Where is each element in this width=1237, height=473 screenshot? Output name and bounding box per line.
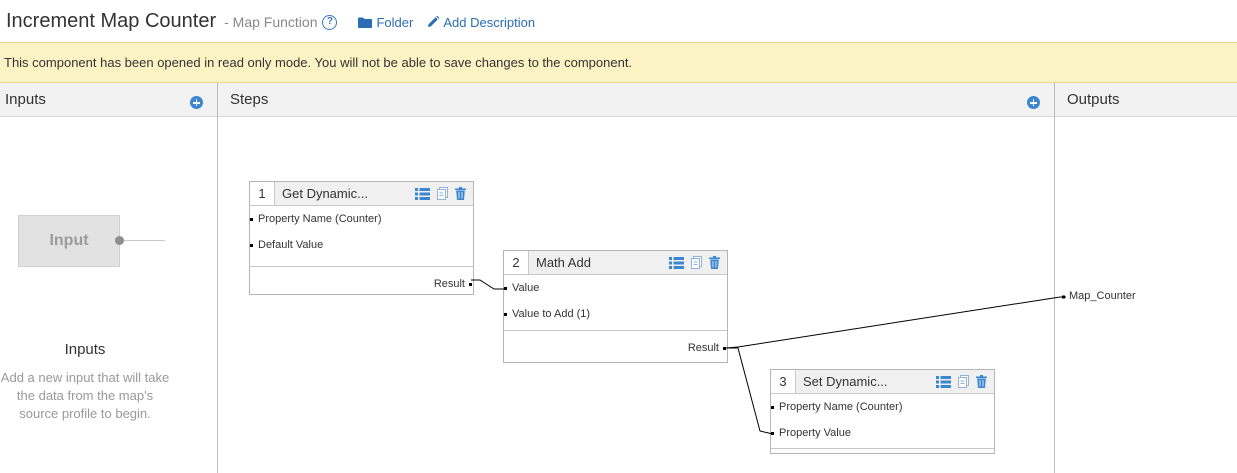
list-icon[interactable] [936, 375, 951, 388]
copy-icon[interactable] [437, 187, 448, 200]
input-placeholder[interactable]: Input [18, 215, 120, 267]
help-icon[interactable]: ? [322, 14, 338, 30]
pencil-icon [427, 16, 440, 28]
inputs-empty-heading: Inputs [64, 341, 106, 358]
list-icon[interactable] [669, 256, 684, 269]
inputs-empty-description: Add a new input that will take the data … [0, 370, 170, 421]
trash-icon[interactable] [709, 256, 720, 269]
list-icon[interactable] [415, 187, 430, 200]
output-port-dot [1062, 295, 1065, 299]
input-connector-dot[interactable] [115, 236, 124, 245]
page-subtitle: - Map Function [224, 14, 318, 30]
step-input-port[interactable]: Property Value [771, 420, 994, 446]
read-only-banner: This component has been opened in read o… [0, 42, 1237, 83]
step-input-port[interactable]: Default Value [250, 232, 473, 258]
inputs-column-header: Inputs [0, 83, 217, 117]
copy-icon[interactable] [691, 256, 702, 269]
copy-icon[interactable] [958, 375, 969, 388]
add-description-link[interactable]: Add Description [427, 15, 535, 30]
step-header: 1 Get Dynamic... [250, 182, 473, 206]
output-map-counter[interactable]: Map_Counter [1069, 290, 1136, 302]
step-input-port[interactable]: Value [504, 275, 727, 301]
step-title: Get Dynamic... [282, 186, 368, 201]
step-input-port[interactable]: Property Name (Counter) [250, 206, 473, 232]
inputs-divider [217, 83, 218, 473]
steps-column-title: Steps [230, 91, 269, 108]
wire-step1-to-step2 [471, 279, 505, 290]
step-title: Set Dynamic... [803, 374, 888, 389]
folder-icon [358, 17, 373, 28]
wire-step2-to-output [725, 296, 1066, 349]
outputs-divider [1054, 83, 1055, 473]
step-number: 1 [250, 182, 275, 205]
folder-label: Folder [376, 14, 414, 30]
page-title: Increment Map Counter [6, 9, 217, 32]
map-function-editor: Increment Map Counter - Map Function ? F… [0, 0, 1237, 473]
step-number: 2 [504, 251, 529, 274]
folder-link[interactable]: Folder [358, 15, 413, 30]
step-header: 2 Math Add [504, 251, 727, 275]
steps-column-header: Steps [218, 83, 1054, 117]
trash-icon[interactable] [976, 375, 987, 388]
step-card[interactable]: 1 Get Dynamic... Property Name (Counter)… [249, 181, 474, 295]
step-card[interactable]: 3 Set Dynamic... Property Name (Counter)… [770, 369, 995, 454]
step-input-port[interactable]: Value to Add (1) [504, 301, 727, 327]
page-header: Increment Map Counter - Map Function ? F… [0, 0, 1237, 42]
outputs-column-header: Outputs [1055, 83, 1237, 117]
step-number: 3 [771, 370, 796, 393]
step-card[interactable]: 2 Math Add Value Value to Add (1) Result [503, 250, 728, 363]
outputs-column-title: Outputs [1067, 91, 1120, 108]
step-output-port[interactable]: Result [250, 271, 473, 297]
add-description-label: Add Description [443, 14, 536, 30]
add-step-icon[interactable] [1027, 96, 1040, 109]
trash-icon[interactable] [455, 187, 466, 200]
step-output-port[interactable]: Result [504, 335, 727, 361]
wire-step2-to-step3 [726, 347, 774, 435]
step-title: Math Add [536, 255, 591, 270]
input-connector-line [124, 240, 165, 241]
step-header: 3 Set Dynamic... [771, 370, 994, 394]
add-input-icon[interactable] [190, 96, 203, 109]
step-input-port[interactable]: Property Name (Counter) [771, 394, 994, 420]
inputs-column-title: Inputs [5, 91, 46, 108]
